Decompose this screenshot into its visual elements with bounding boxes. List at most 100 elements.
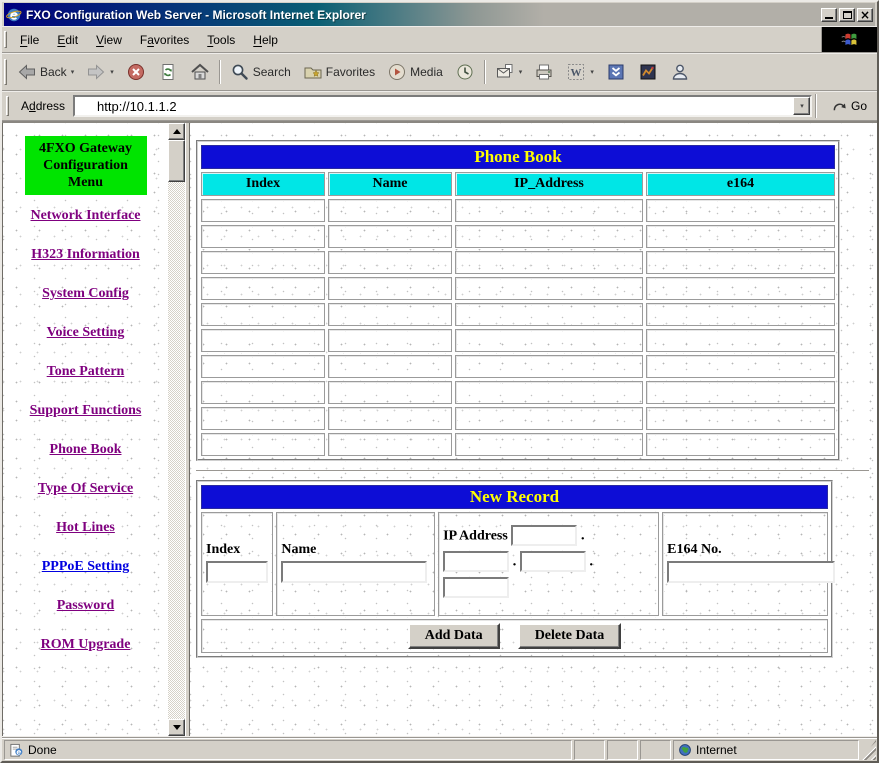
e164-field[interactable] [667, 560, 836, 583]
address-input[interactable]: http://10.1.1.2 ▾ [73, 95, 812, 117]
scrollbar-track[interactable] [168, 140, 185, 719]
go-label: Go [850, 99, 867, 113]
sidebar-item-password[interactable]: Password [11, 597, 160, 614]
menu-view[interactable]: View [87, 30, 131, 50]
print-icon [534, 62, 554, 82]
mail-icon [495, 62, 515, 82]
sidebar-item-voice-setting[interactable]: Voice Setting [11, 324, 160, 341]
messenger-button[interactable] [664, 58, 696, 86]
sidebar-item-pppoe-setting[interactable]: PPPoE Setting [11, 558, 160, 575]
scroll-down-button[interactable] [168, 719, 185, 736]
search-button[interactable]: Search [224, 58, 297, 86]
ip-octet-2-field[interactable] [443, 551, 510, 572]
windows-flag-throbber-icon [821, 27, 877, 52]
sidebar-item-h323-information[interactable]: H323 Information [11, 246, 160, 263]
stop-button[interactable] [120, 58, 152, 86]
scrollbar-thumb[interactable] [168, 140, 185, 182]
minimize-button[interactable] [821, 7, 837, 22]
sidebar-menu: Network Interface H323 Information System … [3, 207, 168, 653]
browser-window: FXO Configuration Web Server - Microsoft… [0, 0, 879, 763]
forward-button[interactable]: ▾ [80, 58, 120, 86]
media-button[interactable]: Media [381, 58, 449, 86]
index-field[interactable] [206, 560, 268, 583]
scroll-down-icon [172, 725, 181, 730]
table-row [201, 407, 836, 430]
sidebar-title: 4FXO Gateway Configuration Menu [24, 136, 147, 195]
divider [196, 470, 869, 472]
close-button[interactable]: × [857, 7, 873, 22]
back-dropdown-icon[interactable]: ▾ [70, 69, 75, 76]
main-frame: Phone Book Index Name IP_Address e164 Ne… [190, 123, 877, 736]
favorites-button[interactable]: Favorites [297, 58, 381, 86]
name-cell: Name [276, 512, 436, 616]
mail-dropdown-icon[interactable]: ▾ [518, 69, 523, 76]
menu-file[interactable]: File [11, 30, 48, 50]
new-record-table: New Record Index Name IP Address . . . E… [196, 480, 836, 658]
zone-label: Internet [696, 743, 737, 757]
history-button[interactable] [449, 58, 481, 86]
scroll-up-button[interactable] [168, 123, 185, 140]
status-pane-3 [640, 740, 671, 760]
sidebar-item-system-config[interactable]: System Config [11, 285, 160, 302]
status-pane-main: Done [4, 740, 572, 760]
table-row [201, 199, 836, 222]
favorites-icon [303, 62, 323, 82]
phone-book-table: Phone Book Index Name IP_Address e164 [196, 140, 841, 461]
media-label: Media [410, 65, 443, 79]
window-title: FXO Configuration Web Server - Microsoft… [26, 7, 366, 22]
sidebar-item-phone-book[interactable]: Phone Book [11, 441, 160, 458]
address-dropdown-button[interactable]: ▾ [792, 97, 810, 115]
back-button[interactable]: Back ▾ [11, 58, 80, 86]
home-button[interactable] [184, 58, 216, 86]
menu-grip[interactable] [4, 30, 7, 49]
toolbar-grip[interactable] [4, 59, 7, 85]
sidebar-item-rom-upgrade[interactable]: ROM Upgrade [11, 636, 160, 653]
favorites-label: Favorites [325, 65, 376, 79]
go-button[interactable]: Go [826, 97, 875, 116]
menu-tools[interactable]: Tools [198, 30, 244, 50]
title-bar: FXO Configuration Web Server - Microsoft… [4, 3, 875, 26]
new-record-button-row: Add Data Delete Data [201, 619, 828, 653]
maximize-button[interactable] [839, 7, 855, 22]
add-data-button[interactable]: Add Data [407, 623, 500, 649]
media-tool-icon [638, 62, 658, 82]
sidebar: 4FXO Gateway Configuration Menu Network … [3, 123, 168, 736]
status-bar: Done Internet [2, 737, 877, 761]
phone-book-title: Phone Book [201, 145, 836, 169]
ip-octet-4-field[interactable] [443, 577, 510, 598]
sidebar-item-tone-pattern[interactable]: Tone Pattern [11, 363, 160, 380]
ip-octet-3-field[interactable] [519, 551, 586, 572]
menu-help[interactable]: Help [244, 30, 287, 50]
sidebar-item-support-functions[interactable]: Support Functions [11, 402, 160, 419]
refresh-button[interactable] [152, 58, 184, 86]
go-arrow-icon [832, 99, 847, 114]
print-button[interactable] [528, 58, 560, 86]
resize-grip[interactable] [861, 740, 876, 760]
edit-word-button[interactable]: W ▾ [560, 58, 600, 86]
ip-address-cell: IP Address . . . [438, 512, 660, 616]
ip-octet-1-field[interactable] [511, 525, 578, 546]
media-tool-button[interactable] [632, 58, 664, 86]
forward-dropdown-icon[interactable]: ▾ [109, 69, 114, 76]
phone-book-header-row: Index Name IP_Address e164 [201, 172, 836, 196]
frameset: 4FXO Gateway Configuration Menu Network … [2, 121, 877, 737]
address-grip[interactable] [6, 96, 9, 116]
sidebar-scrollbar[interactable] [168, 123, 185, 736]
name-field[interactable] [281, 560, 428, 583]
address-value[interactable]: http://10.1.1.2 [75, 99, 793, 114]
edit-word-dropdown-icon[interactable]: ▾ [589, 69, 594, 76]
table-row [201, 433, 836, 456]
sidebar-item-hot-lines[interactable]: Hot Lines [11, 519, 160, 536]
table-row [201, 355, 836, 378]
status-pane-2 [607, 740, 638, 760]
menu-edit[interactable]: Edit [48, 30, 87, 50]
toolbar: Back ▾ ▾ Search Favorites Media ▾ W ▾ [2, 53, 877, 91]
sidebar-item-network-interface[interactable]: Network Interface [11, 207, 160, 224]
ie-logo-icon [6, 7, 22, 23]
delete-data-button[interactable]: Delete Data [517, 623, 622, 649]
mail-button[interactable]: ▾ [489, 58, 529, 86]
menu-favorites[interactable]: Favorites [131, 30, 198, 50]
download-tool-button[interactable] [600, 58, 632, 86]
sidebar-item-type-of-service[interactable]: Type Of Service [11, 480, 160, 497]
column-header-name: Name [328, 172, 452, 196]
